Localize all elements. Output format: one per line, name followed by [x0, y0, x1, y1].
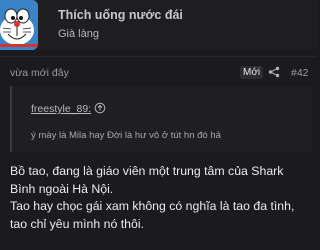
username[interactable]: Thích uống nước đái — [58, 8, 183, 22]
doraemon-avatar-icon — [0, 0, 38, 50]
post-paragraph: Tao hay chọc gái xam không có nghĩa là t… — [10, 199, 295, 231]
post-paragraph: Bồ tao, đang là giáo viên một trung tâm … — [10, 164, 284, 196]
quote-author-link[interactable]: freestyle_89: — [31, 103, 91, 115]
share-icon[interactable] — [268, 66, 280, 78]
post-body: Bồ tao, đang là giáo viên một trung tâm … — [10, 163, 310, 233]
post-header: Thích uống nước đái Già làng — [0, 0, 317, 50]
user-avatar[interactable] — [0, 0, 38, 50]
new-badge: Mới — [240, 66, 264, 79]
user-title: Già làng — [58, 28, 99, 40]
arrow-up-circle-icon[interactable] — [94, 102, 106, 114]
quote-text: ý mày là Mila hay Đời là hư vô ở tút hn … — [31, 130, 221, 141]
post-timestamp[interactable]: vừa mới đây — [10, 67, 69, 79]
header-divider — [0, 56, 317, 57]
forum-post: Thích uống nước đái Già làng vừa mới đây… — [0, 0, 317, 250]
post-number[interactable]: #42 — [291, 67, 309, 79]
quote-block: freestyle_89: ý mày là Mila hay Đời là h… — [10, 86, 312, 152]
